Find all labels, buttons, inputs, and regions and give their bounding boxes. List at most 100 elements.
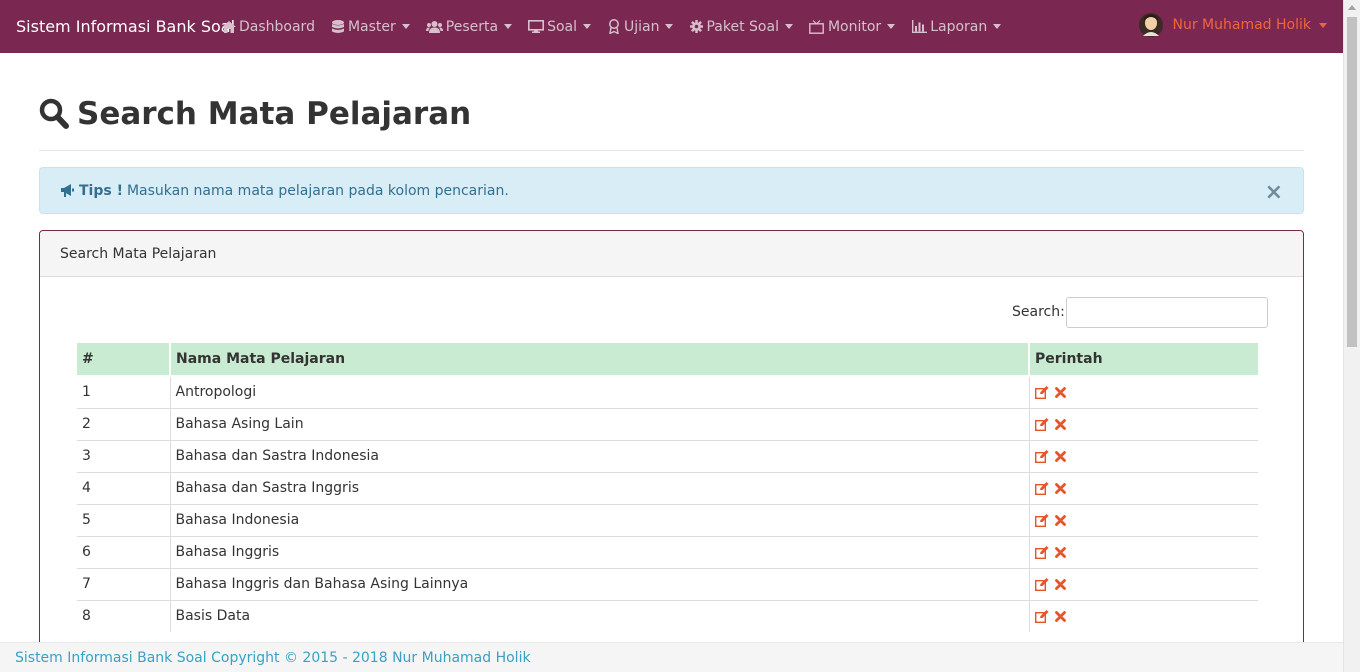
row-actions [1028,439,1258,472]
row-subject-name: Bahasa dan Sastra Indonesia [169,439,1029,472]
nav-ujian-label: Ujian [624,18,660,35]
delete-icon[interactable] [1054,418,1066,430]
tv-icon [809,19,825,34]
row-actions [1028,503,1258,536]
row-actions [1028,535,1258,568]
nav-master-label: Master [347,18,396,35]
row-number: 6 [77,535,170,568]
edit-icon[interactable] [1034,577,1049,591]
table-row: 3 Bahasa dan Sastra Indonesia [77,439,1258,472]
row-subject-name: Bahasa Inggris [169,535,1029,568]
delete-icon[interactable] [1054,450,1066,462]
user-menu[interactable]: Nur Muhamad Holik [1138,12,1327,38]
footer: Sistem Informasi Bank Soal Copyright © 2… [0,642,1343,672]
delete-icon[interactable] [1054,386,1066,398]
nav-ujian[interactable]: Ujian [607,18,674,35]
desktop-icon [528,20,545,34]
header-number[interactable]: # [77,343,171,377]
nav-monitor[interactable]: Monitor [809,18,896,35]
nav-dashboard[interactable]: Dashboard [222,19,315,35]
edit-icon[interactable] [1034,385,1049,399]
user-name: Nur Muhamad Holik [1172,17,1312,33]
edit-icon[interactable] [1034,481,1049,495]
footer-text: Sistem Informasi Bank Soal Copyright © 2… [15,649,531,666]
subjects-table: # Nama Mata Pelajaran Perintah 1 Antropol… [77,343,1258,632]
chevron-down-icon [665,24,674,29]
edit-icon[interactable] [1034,513,1049,527]
nav-paket-soal-label: Paket Soal [706,18,779,35]
gear-icon [689,20,703,34]
row-number: 2 [77,407,170,440]
edit-icon[interactable] [1034,545,1049,559]
row-actions [1028,471,1258,504]
title-divider [39,150,1304,151]
table-body: 1 Antropologi 2 Bahasa Asing Lain 3 Bahasa da… [77,375,1258,632]
search-icon [39,98,69,130]
edit-icon[interactable] [1034,449,1049,463]
close-icon[interactable]: × [1265,180,1283,205]
row-number: 7 [77,567,170,600]
delete-icon[interactable] [1054,546,1066,558]
nav-soal[interactable]: Soal [528,19,591,35]
table-row: 4 Bahasa dan Sastra Inggris [77,471,1258,504]
row-number: 8 [77,599,170,632]
search-input[interactable] [1066,297,1268,328]
tips-alert: Tips ! Masukan nama mata pelajaran pada … [39,167,1304,214]
chevron-down-icon [401,24,410,29]
nav-laporan[interactable]: Laporan [911,18,1002,35]
row-number: 4 [77,471,170,504]
nav-master[interactable]: Master [331,19,410,35]
delete-icon[interactable] [1054,610,1066,622]
scroll-up-icon[interactable] [1348,5,1356,10]
home-icon [222,20,236,34]
panel-heading: Search Mata Pelajaran [40,231,1303,277]
chevron-down-icon [583,24,591,29]
row-number: 1 [77,375,170,408]
nav-paket-soal[interactable]: Paket Soal [689,18,793,35]
nav-soal-label: Soal [547,18,577,35]
chevron-down-icon [887,24,896,29]
row-number: 3 [77,439,170,472]
header-actions[interactable]: Perintah [1029,343,1258,377]
avatar [1138,12,1163,38]
table-row: 8 Basis Data [77,599,1258,632]
scroll-thumb[interactable] [1347,17,1357,347]
scrollbar[interactable] [1343,0,1360,672]
row-subject-name: Bahasa dan Sastra Inggris [169,471,1029,504]
page-title-text: Search Mata Pelajaran [77,96,472,132]
page-title: Search Mata Pelajaran [39,96,471,132]
row-actions [1028,567,1258,600]
search-label: Search: [1012,304,1065,320]
table-row: 7 Bahasa Inggris dan Bahasa Asing Lainnya [77,567,1258,600]
chevron-down-icon [784,24,793,29]
row-subject-name: Antropologi [169,375,1029,408]
alert-strong: Tips ! [79,182,123,199]
table-row: 1 Antropologi [77,375,1258,408]
header-name[interactable]: Nama Mata Pelajaran [170,343,1030,377]
users-icon [425,20,443,34]
delete-icon[interactable] [1054,514,1066,526]
delete-icon[interactable] [1054,482,1066,494]
table-header-row: # Nama Mata Pelajaran Perintah [77,343,1258,377]
nav-laporan-label: Laporan [930,18,988,35]
bar-chart-icon [911,20,927,34]
chevron-down-icon [993,24,1002,29]
nav-peserta[interactable]: Peserta [425,19,513,35]
row-number: 5 [77,503,170,536]
edit-icon[interactable] [1034,417,1049,431]
main-nav: Dashboard Master Peserta Soal Ujian Pake… [222,0,1017,53]
table-row: 2 Bahasa Asing Lain [77,407,1258,440]
table-row: 6 Bahasa Inggris [77,535,1258,568]
table-row: 5 Bahasa Indonesia [77,503,1258,536]
chevron-down-icon [504,24,513,29]
award-icon [607,19,621,34]
edit-icon[interactable] [1034,609,1049,623]
brand-link[interactable]: Sistem Informasi Bank Soal [0,17,235,36]
nav-dashboard-label: Dashboard [239,18,315,35]
database-icon [331,19,345,34]
row-subject-name: Basis Data [169,599,1029,632]
row-subject-name: Bahasa Inggris dan Bahasa Asing Lainnya [169,567,1029,600]
delete-icon[interactable] [1054,578,1066,590]
row-actions [1028,407,1258,440]
nav-monitor-label: Monitor [827,18,882,35]
